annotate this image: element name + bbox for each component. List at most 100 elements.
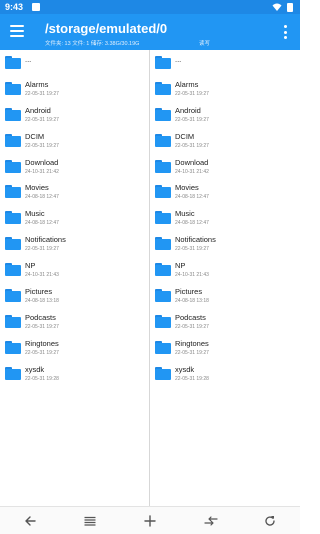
folder-row[interactable]: Ringtones 22-05-31 19:27 <box>150 335 300 361</box>
folder-icon <box>5 107 21 121</box>
list-icon <box>84 516 96 526</box>
folder-date: 22-05-31 19:27 <box>25 116 59 123</box>
status-time: 9:43 <box>5 2 24 12</box>
app-bar: /storage/emulated/0 文件夹: 13 文件: 1 储存: 3.… <box>0 14 300 50</box>
folder-name: Podcasts <box>175 312 206 322</box>
folder-date: 24-10-31 21:42 <box>175 168 209 175</box>
folder-row[interactable]: xysdk 22-05-31 19:28 <box>0 361 150 387</box>
menu-icon[interactable] <box>10 25 24 37</box>
storage-info: 文件夹: 13 文件: 1 储存: 3.38G/30.19G <box>45 41 140 47</box>
folder-row[interactable]: Android 22-05-31 19:27 <box>0 102 150 128</box>
folder-name: Notifications <box>175 235 216 245</box>
refresh-button[interactable] <box>240 507 300 534</box>
folder-name: Download <box>175 157 209 167</box>
folder-date: 24-08-18 13:18 <box>175 298 209 305</box>
folder-icon <box>155 263 171 277</box>
folder-icon <box>5 185 21 199</box>
folder-row[interactable]: Download 24-10-31 21:42 <box>0 154 150 180</box>
folder-name: Ringtones <box>175 338 209 348</box>
folder-name: Music <box>175 209 195 219</box>
parent-directory-row[interactable]: ... <box>0 50 150 76</box>
folder-row[interactable]: Notifications 22-05-31 19:27 <box>0 231 150 257</box>
folder-icon <box>155 81 171 95</box>
folder-row[interactable]: NP 24-10-31 21:43 <box>0 257 150 283</box>
folder-row[interactable]: Ringtones 22-05-31 19:27 <box>0 335 150 361</box>
folder-icon <box>5 340 21 354</box>
folder-row[interactable]: Pictures 24-08-18 13:18 <box>0 283 150 309</box>
folder-name: xysdk <box>25 364 45 374</box>
current-path: /storage/emulated/0 <box>45 21 168 36</box>
folder-row[interactable]: Music 24-08-18 12:47 <box>150 205 300 231</box>
folder-row[interactable]: Notifications 22-05-31 19:27 <box>150 231 300 257</box>
folder-name: Download <box>25 157 59 167</box>
folder-name: Pictures <box>25 287 53 297</box>
folder-row[interactable]: Pictures 24-08-18 13:18 <box>150 283 300 309</box>
folder-date: 24-08-18 13:18 <box>25 298 59 305</box>
folder-date: 22-05-31 19:27 <box>25 323 59 330</box>
folder-date: 22-05-31 19:28 <box>175 375 209 382</box>
folder-icon <box>155 133 171 147</box>
folder-date: 24-08-18 12:47 <box>175 194 209 201</box>
folder-icon <box>5 263 21 277</box>
back-arrow-icon <box>25 516 36 526</box>
folder-date: 24-08-18 12:47 <box>175 220 209 227</box>
swap-panes-button[interactable] <box>180 507 240 534</box>
folder-row[interactable]: Music 24-08-18 12:47 <box>0 205 150 231</box>
folder-icon <box>155 159 171 173</box>
folder-icon <box>5 133 21 147</box>
swap-icon <box>204 516 218 526</box>
folder-icon <box>155 340 171 354</box>
folder-row[interactable]: Android 22-05-31 19:27 <box>150 102 300 128</box>
back-button[interactable] <box>0 507 60 534</box>
folder-icon <box>155 56 171 69</box>
folder-name: Alarms <box>25 79 49 89</box>
folder-icon <box>5 289 21 303</box>
folder-name: Music <box>25 209 45 219</box>
folder-name: Android <box>25 105 51 115</box>
parent-directory-label: ... <box>25 55 32 64</box>
folder-name: Alarms <box>175 79 199 89</box>
folder-name: Android <box>175 105 201 115</box>
folder-icon <box>155 185 171 199</box>
folder-name: xysdk <box>175 364 195 374</box>
folder-icon <box>5 159 21 173</box>
folder-row[interactable]: NP 24-10-31 21:43 <box>150 257 300 283</box>
folder-row[interactable]: Movies 24-08-18 12:47 <box>0 179 150 205</box>
folder-row[interactable]: Podcasts 22-05-31 19:27 <box>0 309 150 335</box>
folder-date: 22-05-31 19:27 <box>175 349 209 356</box>
folder-name: Pictures <box>175 287 203 297</box>
bottom-toolbar <box>0 506 300 534</box>
folder-name: Ringtones <box>25 338 59 348</box>
folder-row[interactable]: Alarms 22-05-31 19:27 <box>0 76 150 102</box>
plus-icon <box>144 515 156 527</box>
folder-date: 22-05-31 19:27 <box>25 349 59 356</box>
folder-row[interactable]: DCIM 22-05-31 19:27 <box>0 128 150 154</box>
folder-name: Movies <box>25 183 49 193</box>
folder-name: Notifications <box>25 235 66 245</box>
folder-row[interactable]: Download 24-10-31 21:42 <box>150 154 300 180</box>
parent-directory-label: ... <box>175 55 182 64</box>
folder-row[interactable]: DCIM 22-05-31 19:27 <box>150 128 300 154</box>
folder-icon <box>155 211 171 225</box>
folder-row[interactable]: Podcasts 22-05-31 19:27 <box>150 309 300 335</box>
folder-row[interactable]: xysdk 22-05-31 19:28 <box>150 361 300 387</box>
folder-name: NP <box>175 261 186 271</box>
list-view-button[interactable] <box>60 507 120 534</box>
parent-directory-row[interactable]: ... <box>150 50 300 76</box>
folder-date: 22-05-31 19:27 <box>25 246 59 253</box>
folder-date: 24-10-31 21:43 <box>25 272 59 279</box>
folder-icon <box>155 237 171 251</box>
folder-date: 22-05-31 19:27 <box>25 90 59 97</box>
more-options-icon[interactable] <box>283 25 287 39</box>
folder-date: 22-05-31 19:27 <box>175 90 209 97</box>
folder-date: 22-05-31 19:27 <box>175 323 209 330</box>
folder-row[interactable]: Movies 24-08-18 12:47 <box>150 179 300 205</box>
folder-name: Podcasts <box>25 312 56 322</box>
folder-date: 22-05-31 19:28 <box>25 375 59 382</box>
notification-icon <box>32 3 40 11</box>
mount-mode: 读写 <box>199 41 211 47</box>
add-button[interactable] <box>120 507 180 534</box>
folder-row[interactable]: Alarms 22-05-31 19:27 <box>150 76 300 102</box>
battery-icon <box>287 3 293 12</box>
folder-icon <box>5 211 21 225</box>
